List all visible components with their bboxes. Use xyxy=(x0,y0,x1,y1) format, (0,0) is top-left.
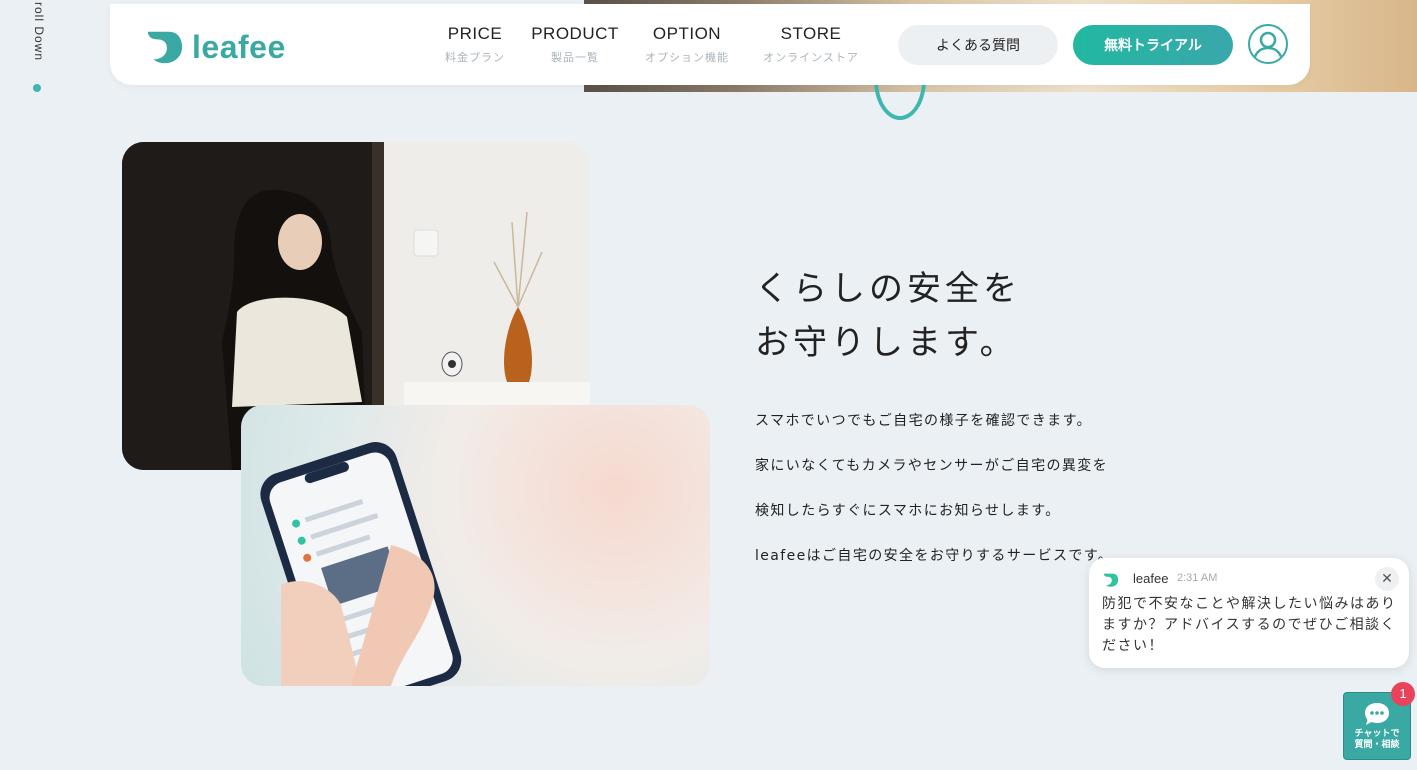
nav-price[interactable]: PRICE 料金プラン xyxy=(440,24,510,65)
nav-store-sub: オンラインストア xyxy=(763,51,859,64)
chat-message: 防犯で不安なことや解決したい悩みはありますか？アドバイスするのでぜひご相談くださ… xyxy=(1102,596,1397,654)
chat-timestamp: 2:31 AM xyxy=(1177,572,1218,584)
headline-line-2: お守りします。 xyxy=(755,323,1018,363)
chat-popup[interactable]: leafee 2:31 AM ✕ 防犯で不安なことや解決したい悩みはありますか？… xyxy=(1089,558,1409,668)
nav-option-sub: オプション機能 xyxy=(645,51,729,64)
close-icon[interactable]: ✕ xyxy=(1375,567,1399,591)
nav-price-label: PRICE xyxy=(447,24,503,43)
headline-line-1: くらしの安全を xyxy=(755,269,1021,309)
phone-in-hand-photo xyxy=(241,405,710,686)
section-headline: くらしの安全を お守りします。 xyxy=(755,262,1175,370)
brand-name: leafee xyxy=(192,28,286,65)
body-paragraph: 検知したらすぐにスマホにお知らせします。 xyxy=(755,503,1061,519)
nav-option-label: OPTION xyxy=(652,24,722,43)
nav-price-sub: 料金プラン xyxy=(445,51,505,64)
chat-button-label: チャットで 質問・相談 xyxy=(1344,729,1410,751)
site-header: leafee PRICE 料金プラン PRODUCT 製品一覧 OPTION オ… xyxy=(110,4,1310,85)
nav-store-label: STORE xyxy=(780,24,842,43)
chat-button-line-2: 質問・相談 xyxy=(1354,740,1400,750)
scroll-down-label: roll Down xyxy=(32,2,46,62)
nav-product[interactable]: PRODUCT 製品一覧 xyxy=(530,24,620,65)
faq-button[interactable]: よくある質問 xyxy=(898,25,1058,65)
body-paragraph: 家にいなくてもカメラやセンサーがご自宅の異変を xyxy=(755,458,1109,474)
notification-badge: 1 xyxy=(1391,682,1415,706)
leaf-logo-icon xyxy=(1103,573,1119,587)
body-paragraph: スマホでいつでもご自宅の様子を確認できます。 xyxy=(755,413,1092,429)
chat-sender-name: leafee xyxy=(1133,571,1169,586)
nav-product-label: PRODUCT xyxy=(531,24,619,43)
scroll-indicator-dot xyxy=(33,84,41,92)
user-silhouette-icon xyxy=(1252,31,1284,61)
body-paragraph: leafeeはご自宅の安全をお守りするサービスです。 xyxy=(755,548,1114,564)
nav-product-sub: 製品一覧 xyxy=(551,51,599,64)
nav-option[interactable]: OPTION オプション機能 xyxy=(638,24,736,65)
logo[interactable]: leafee xyxy=(146,26,306,68)
user-account-icon[interactable] xyxy=(1248,24,1288,64)
photo-phone-scene xyxy=(260,442,462,686)
chat-bubble-icon xyxy=(1365,703,1389,725)
nav-store[interactable]: STORE オンラインストア xyxy=(756,24,866,65)
free-trial-button[interactable]: 無料トライアル xyxy=(1073,25,1233,65)
chat-button-line-1: チャットで xyxy=(1354,729,1400,739)
leaf-logo-icon xyxy=(147,31,183,64)
